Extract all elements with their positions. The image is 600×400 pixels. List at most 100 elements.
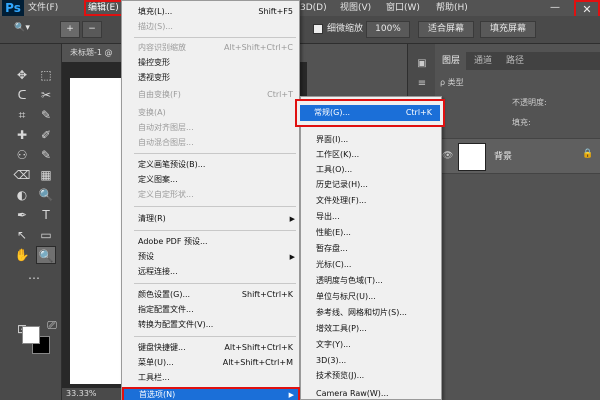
zoom-100-button[interactable]: 100% bbox=[366, 21, 410, 38]
menu-item-fill[interactable]: 填充(L)... Shift+F5 bbox=[123, 5, 299, 19]
menu-3d[interactable]: 3D(D) bbox=[300, 0, 327, 16]
blur-tool-icon[interactable]: ◐ bbox=[12, 186, 32, 204]
menu-item-units-rulers[interactable]: 单位与标尺(U)... bbox=[302, 290, 441, 304]
zoom-out-button[interactable]: − bbox=[82, 21, 102, 38]
minimize-icon[interactable]: — bbox=[546, 0, 564, 16]
menu-item-camera-raw[interactable]: Camera Raw(W)... bbox=[302, 387, 441, 400]
menu-item-puppet-warp[interactable]: 操控变形 bbox=[123, 56, 299, 70]
submenu-arrow-icon: ▶ bbox=[289, 215, 295, 223]
menu-item-define-brush[interactable]: 定义画笔预设(B)... bbox=[123, 158, 299, 172]
menu-item-adobe-pdf-presets[interactable]: Adobe PDF 预设... bbox=[123, 235, 299, 249]
menu-item-transform[interactable]: 变换(A) bbox=[123, 106, 299, 120]
menu-item-tools[interactable]: 工具(O)... bbox=[302, 163, 441, 177]
more-tools-icon[interactable]: … bbox=[24, 266, 44, 284]
crop-tool-icon[interactable]: ⌗ bbox=[12, 106, 32, 124]
tab-layers[interactable]: 图层 bbox=[436, 52, 467, 70]
menu-item-purge[interactable]: 清理(R) ▶ bbox=[123, 212, 299, 226]
menu-item-preferences[interactable]: 首选项(N) ▶ bbox=[122, 387, 300, 400]
tab-paths[interactable]: 路径 bbox=[500, 52, 530, 70]
menu-item-plugins[interactable]: 增效工具(P)... bbox=[302, 322, 441, 336]
path-select-tool-icon[interactable]: ↖ bbox=[12, 226, 32, 244]
fit-screen-button[interactable]: 适合屏幕 bbox=[418, 21, 474, 38]
lasso-tool-icon[interactable]: ᑕ bbox=[12, 86, 32, 104]
canvas[interactable] bbox=[70, 78, 122, 384]
menu-window[interactable]: 窗口(W) bbox=[386, 0, 420, 16]
gradient-tool-icon[interactable]: ▦ bbox=[36, 166, 56, 184]
scrubby-zoom-checkbox[interactable] bbox=[313, 24, 323, 34]
dodge-tool-icon[interactable]: 🔍 bbox=[36, 186, 56, 204]
menu-item-assign-profile[interactable]: 指定配置文件... bbox=[123, 303, 299, 317]
history-panel-icon[interactable]: ▣ bbox=[416, 58, 428, 70]
menu-item-3d[interactable]: 3D(3)... bbox=[302, 354, 441, 368]
menu-item-keyboard-shortcuts[interactable]: 键盘快捷键... Alt+Shift+Ctrl+K bbox=[123, 341, 299, 355]
menu-item-remote-connections[interactable]: 远程连接... bbox=[123, 265, 299, 279]
quick-select-tool-icon[interactable]: ✂ bbox=[36, 86, 56, 104]
menu-item-auto-blend-layers[interactable]: 自动混合图层... bbox=[123, 136, 299, 150]
screen-mode-icon[interactable]: ⎚ bbox=[42, 316, 62, 334]
opacity-label: 不透明度: bbox=[512, 98, 547, 107]
document-tab[interactable]: 未标题-1 @ bbox=[62, 44, 124, 62]
zoom-tool-icon[interactable]: 🔍 bbox=[36, 246, 56, 264]
brush-tool-icon[interactable]: ✐ bbox=[36, 126, 56, 144]
move-tool-icon[interactable]: ✥ bbox=[12, 66, 32, 84]
visibility-eye-icon[interactable]: 👁 bbox=[442, 151, 453, 161]
layer-row-background[interactable]: 👁 背景 🔒 bbox=[436, 138, 600, 174]
menu-edit[interactable]: 编辑(E) bbox=[84, 0, 123, 16]
menu-help[interactable]: 帮助(H) bbox=[436, 0, 468, 16]
menu-item-menus[interactable]: 菜单(U)... Alt+Shift+Ctrl+M bbox=[123, 356, 299, 370]
menu-item-convert-to-profile[interactable]: 转换为配置文件(V)... bbox=[123, 318, 299, 332]
edit-menu: 填充(L)... Shift+F5 描边(S)... 内容识别缩放 Alt+Shif… bbox=[121, 0, 300, 400]
menu-item-file-handling[interactable]: 文件处理(F)... bbox=[302, 194, 441, 208]
menu-item-label: 历史记录(H)... bbox=[316, 180, 368, 189]
tab-channels[interactable]: 通道 bbox=[468, 52, 498, 70]
foreground-color-swatch[interactable] bbox=[22, 326, 40, 344]
menu-item-workspace[interactable]: 工作区(K)... bbox=[302, 148, 441, 162]
properties-panel-icon[interactable]: ≡ bbox=[416, 78, 428, 90]
menu-item-transparency-gamut[interactable]: 透明度与色域(T)... bbox=[302, 274, 441, 288]
menu-item-interface[interactable]: 界面(I)... bbox=[302, 133, 441, 147]
menu-item-content-aware-scale[interactable]: 内容识别缩放 Alt+Shift+Ctrl+C bbox=[123, 41, 299, 55]
menu-item-export[interactable]: 导出... bbox=[302, 210, 441, 224]
menu-item-label: 3D(3)... bbox=[316, 356, 347, 365]
menu-item-label: 导出... bbox=[316, 212, 340, 221]
rectangle-tool-icon[interactable]: ▭ bbox=[36, 226, 56, 244]
photoshop-logo: Ps bbox=[2, 0, 24, 16]
pen-tool-icon[interactable]: ✒ bbox=[12, 206, 32, 224]
menu-item-auto-align-layers[interactable]: 自动对齐图层... bbox=[123, 121, 299, 135]
menu-item-define-custom-shape[interactable]: 定义自定形状... bbox=[123, 188, 299, 202]
menu-file[interactable]: 文件(F) bbox=[28, 0, 58, 16]
menu-item-free-transform[interactable]: 自由变换(F) Ctrl+T bbox=[123, 88, 299, 102]
healing-brush-tool-icon[interactable]: ✚ bbox=[12, 126, 32, 144]
status-zoom-level[interactable]: 33.33% bbox=[66, 388, 97, 400]
fill-screen-button[interactable]: 填充屏幕 bbox=[480, 21, 536, 38]
zoom-tool-preset[interactable]: 🔍▾ bbox=[4, 20, 40, 40]
hand-tool-icon[interactable]: ✋ bbox=[12, 246, 32, 264]
menu-item-guides-grid-slices[interactable]: 参考线、网格和切片(S)... bbox=[302, 306, 441, 320]
menu-view[interactable]: 视图(V) bbox=[340, 0, 371, 16]
menu-item-toolbar[interactable]: 工具栏... bbox=[123, 371, 299, 385]
menu-item-scratch-disks[interactable]: 暂存盘... bbox=[302, 242, 441, 256]
toolbox: ✥ ⬚ ᑕ ✂ ⌗ ✎ ✚ ✐ ⚇ ✎ ⌫ ▦ ◐ 🔍 ✒ T ↖ ▭ ✋ 🔍 … bbox=[0, 44, 62, 400]
clone-stamp-tool-icon[interactable]: ⚇ bbox=[12, 146, 32, 164]
menu-item-perspective-warp[interactable]: 透视变形 bbox=[123, 71, 299, 85]
menu-item-color-settings[interactable]: 颜色设置(G)... Shift+Ctrl+K bbox=[123, 288, 299, 302]
history-brush-tool-icon[interactable]: ✎ bbox=[36, 146, 56, 164]
menu-item-type[interactable]: 文字(Y)... bbox=[302, 338, 441, 352]
eraser-tool-icon[interactable]: ⌫ bbox=[12, 166, 32, 184]
menu-item-history-log[interactable]: 历史记录(H)... bbox=[302, 178, 441, 192]
menu-item-performance[interactable]: 性能(E)... bbox=[302, 226, 441, 240]
marquee-tool-icon[interactable]: ⬚ bbox=[36, 66, 56, 84]
layers-panel: 图层 通道 路径 ρ 类型 不透明度: 填充: 👁 背景 🔒 bbox=[436, 44, 600, 400]
menu-item-technology-previews[interactable]: 技术预览(J)... bbox=[302, 369, 441, 383]
menu-item-label: 颜色设置(G)... bbox=[138, 290, 191, 299]
zoom-in-button[interactable]: + bbox=[60, 21, 80, 38]
menu-item-stroke[interactable]: 描边(S)... bbox=[123, 20, 299, 34]
eyedropper-tool-icon[interactable]: ✎ bbox=[36, 106, 56, 124]
menu-item-define-pattern[interactable]: 定义图案... bbox=[123, 173, 299, 187]
menu-item-cursors[interactable]: 光标(C)... bbox=[302, 258, 441, 272]
type-tool-icon[interactable]: T bbox=[36, 206, 56, 224]
preferences-submenu: 常规(G)... Ctrl+K 界面(I)... 工作区(K)... 工具(O)… bbox=[295, 96, 445, 400]
menu-item-presets[interactable]: 预设 ▶ bbox=[123, 250, 299, 264]
menu-item-general[interactable]: 常规(G)... Ctrl+K bbox=[295, 99, 445, 127]
layer-kind-filter[interactable]: ρ 类型 bbox=[440, 74, 596, 92]
